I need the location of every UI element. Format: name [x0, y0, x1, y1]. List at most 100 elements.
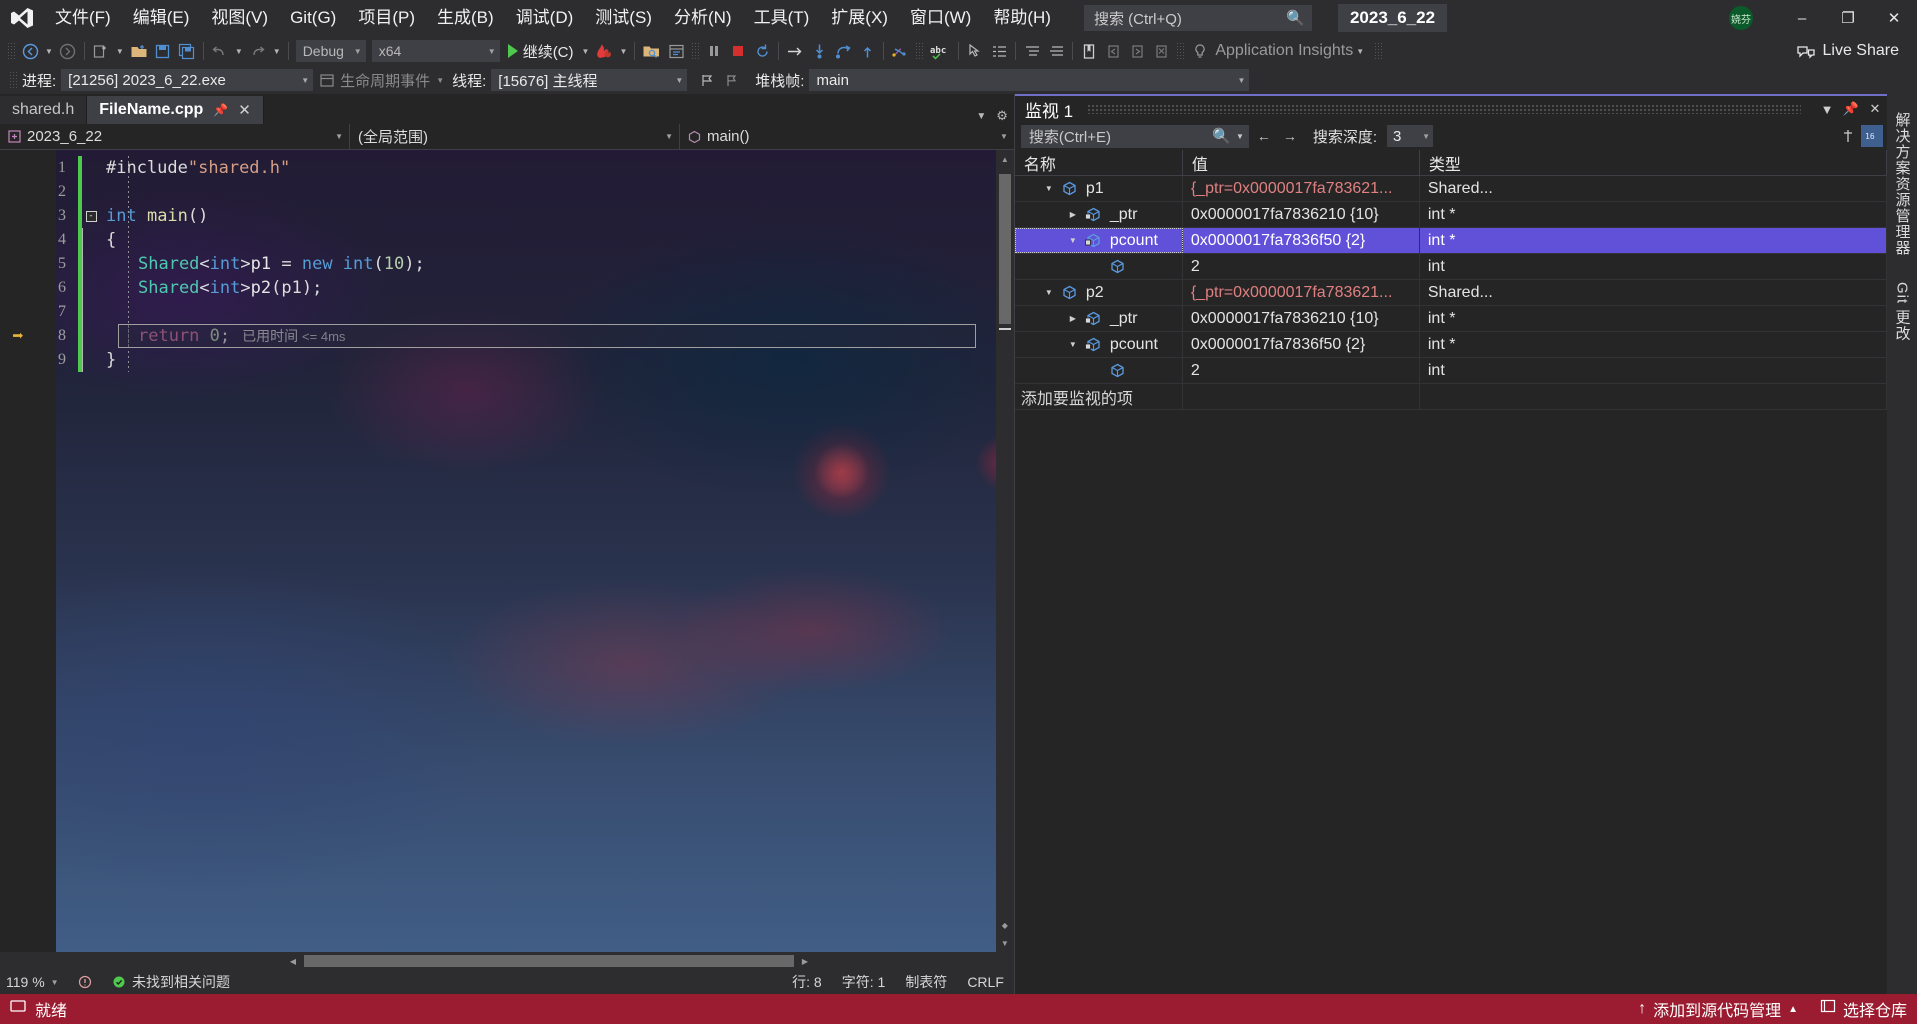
code-line[interactable]: 2: [0, 180, 996, 204]
redo-dropdown-icon[interactable]: ▼: [270, 47, 284, 56]
window-dropdown-icon[interactable]: ▼: [1815, 97, 1839, 121]
breakpoint-margin[interactable]: [0, 276, 36, 300]
code-line[interactable]: 9}: [0, 348, 996, 372]
indent-icon[interactable]: [987, 39, 1011, 63]
menu-project[interactable]: 项目(P): [347, 0, 426, 36]
breakpoint-margin[interactable]: [0, 300, 36, 324]
threads-icon[interactable]: [888, 39, 912, 63]
close-icon[interactable]: ✕: [1863, 97, 1887, 121]
watch-search-input[interactable]: 搜索(Ctrl+E) 🔍 ▼: [1020, 124, 1249, 148]
redo-icon[interactable]: [246, 39, 270, 63]
column-header-type[interactable]: 类型: [1420, 150, 1887, 175]
code-line[interactable]: 3 - int main(): [0, 204, 996, 228]
new-project-icon[interactable]: [89, 39, 113, 63]
breakpoint-margin[interactable]: [0, 204, 36, 228]
breakpoint-margin[interactable]: [0, 228, 36, 252]
hexadecimal-display-icon[interactable]: 16: [1861, 125, 1883, 147]
close-icon[interactable]: ✕: [238, 101, 251, 119]
save-all-icon[interactable]: [175, 39, 199, 63]
toolbar-grip[interactable]: [9, 71, 17, 89]
fold-margin[interactable]: [82, 252, 100, 276]
next-bookmark-icon[interactable]: [1125, 39, 1149, 63]
spell-check-icon[interactable]: abc: [926, 39, 954, 63]
watch-row[interactable]: 2 int: [1014, 254, 1887, 280]
menu-tools[interactable]: 工具(T): [743, 0, 821, 36]
menu-extensions[interactable]: 扩展(X): [820, 0, 899, 36]
pin-icon[interactable]: 📌: [1839, 97, 1863, 121]
scroll-right-icon[interactable]: ▶: [796, 952, 814, 970]
navbar-project-combo[interactable]: 2023_6_22 ▼: [0, 123, 350, 150]
step-out-icon[interactable]: [855, 39, 879, 63]
stop-debugging-icon[interactable]: [726, 39, 750, 63]
add-watch-type-cell[interactable]: [1420, 384, 1887, 409]
previous-bookmark-icon[interactable]: [1101, 39, 1125, 63]
expander-expanded-icon[interactable]: ▼: [1039, 288, 1059, 297]
code-line[interactable]: 5 Shared<int>p1 = new int(10);: [0, 156, 996, 372]
split-view-icon[interactable]: ◆: [996, 916, 1014, 934]
column-header-name[interactable]: 名称: [1015, 150, 1183, 175]
avatar[interactable]: 娆芬: [1729, 6, 1753, 30]
watch-value-cell[interactable]: 0x0000017fa7836210 {10}: [1183, 306, 1420, 331]
watch-value-cell[interactable]: 2: [1183, 254, 1420, 279]
menu-analyze[interactable]: 分析(N): [663, 0, 743, 36]
menu-build[interactable]: 生成(B): [426, 0, 505, 36]
watch-value-cell[interactable]: 0x0000017fa7836f50 {2}: [1182, 228, 1420, 253]
scroll-up-icon[interactable]: ▲: [996, 150, 1014, 168]
breakpoint-margin[interactable]: [0, 348, 36, 372]
search-next-icon[interactable]: →: [1279, 125, 1301, 147]
chevron-down-icon[interactable]: ▼: [1353, 47, 1367, 56]
menu-debug[interactable]: 调试(D): [505, 0, 585, 36]
undo-icon[interactable]: [208, 39, 232, 63]
pin-icon[interactable]: 📌: [213, 103, 228, 117]
undo-dropdown-icon[interactable]: ▼: [232, 47, 246, 56]
new-project-dropdown-icon[interactable]: ▼: [113, 47, 127, 56]
thread-combo[interactable]: [15676] 主线程 ▼: [491, 69, 688, 91]
breakpoint-margin[interactable]: [0, 156, 36, 180]
zoom-combo[interactable]: 119 % ▼: [0, 974, 68, 990]
fold-margin[interactable]: [82, 348, 100, 372]
watch-value-cell[interactable]: {_ptr=0x0000017fa783621...: [1183, 280, 1420, 305]
fold-margin[interactable]: [82, 324, 100, 348]
dock-solution-explorer[interactable]: 解决方案资源管理器: [1892, 112, 1913, 256]
pin-column-icon[interactable]: [1837, 125, 1859, 147]
dock-git-changes[interactable]: Git 更改: [1892, 282, 1913, 341]
watch-name-cell[interactable]: ▼ p2: [1015, 280, 1183, 305]
watch-name-cell[interactable]: [1015, 254, 1183, 279]
live-share-button[interactable]: Live Share: [1796, 42, 1917, 60]
continue-dropdown-icon[interactable]: ▼: [579, 47, 593, 56]
column-header-value[interactable]: 值: [1183, 150, 1420, 175]
clear-bookmarks-icon[interactable]: [1149, 39, 1173, 63]
select-element-icon[interactable]: [963, 39, 987, 63]
code-line[interactable]: ➡ 8 return 0; 已用时间 <= 4ms: [0, 324, 996, 348]
watch-value-cell[interactable]: 2: [1183, 358, 1420, 383]
watch-name-cell[interactable]: ▶ _ptr: [1015, 202, 1183, 227]
live-visual-tree-icon[interactable]: [664, 39, 688, 63]
code-line[interactable]: 6 Shared<int>p2(p1);: [0, 156, 996, 372]
chevron-down-icon[interactable]: ▼: [1236, 132, 1244, 141]
add-to-source-control-button[interactable]: ↑ 添加到源代码管理 ▲: [1638, 997, 1798, 1021]
document-tab-filename-cpp[interactable]: FileName.cpp 📌 ✕: [87, 96, 264, 124]
comment-icon[interactable]: [1020, 39, 1044, 63]
scroll-down-icon[interactable]: ▼: [996, 934, 1014, 952]
chevron-down-icon[interactable]: ▼: [976, 111, 986, 122]
watch-add-row[interactable]: 添加要监视的项: [1014, 384, 1887, 410]
restore-icon[interactable]: ❐: [1825, 0, 1871, 36]
scroll-left-icon[interactable]: ◀: [284, 952, 302, 970]
search-previous-icon[interactable]: ←: [1253, 125, 1275, 147]
thread-flag-icon[interactable]: [695, 68, 719, 92]
navigate-back-dropdown-icon[interactable]: ▼: [42, 47, 56, 56]
fold-margin[interactable]: [82, 228, 100, 252]
hot-reload-icon[interactable]: [592, 39, 616, 63]
breakpoint-margin[interactable]: [0, 252, 36, 276]
lifecycle-events-button[interactable]: 生命周期事件 ▼: [313, 70, 450, 91]
attach-to-process-icon[interactable]: [639, 39, 664, 63]
editor-horizontal-scrollbar[interactable]: ◀ ▶: [0, 952, 1014, 970]
expander-collapsed-icon[interactable]: ▶: [1063, 210, 1083, 219]
pause-icon[interactable]: [702, 39, 726, 63]
document-tab-shared-h[interactable]: shared.h: [0, 96, 88, 124]
application-insights-button[interactable]: Application Insights ▼: [1187, 42, 1371, 60]
menu-edit[interactable]: 编辑(E): [122, 0, 201, 36]
code-editor[interactable]: 1 #include"shared.h" 2 3- int main() 4{5 Share…: [0, 150, 1014, 952]
gear-icon[interactable]: ⚙: [996, 108, 1008, 124]
watch-value-cell[interactable]: {_ptr=0x0000017fa783621...: [1183, 176, 1420, 201]
